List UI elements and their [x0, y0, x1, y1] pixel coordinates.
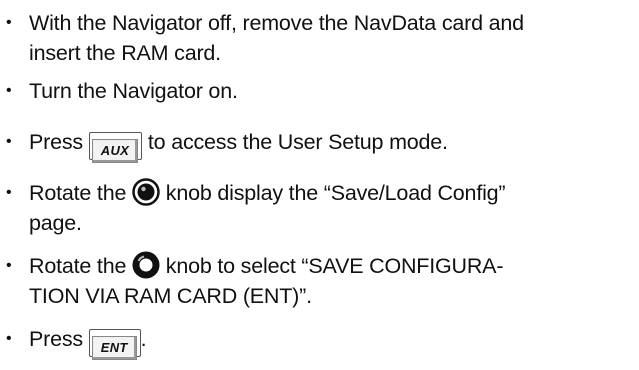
step-line: Turn the Navigator on. — [29, 79, 238, 103]
aux-key-label: AUX — [91, 139, 139, 163]
step-text-before: Press — [29, 130, 83, 154]
aux-key-button[interactable]: AUX — [88, 132, 143, 163]
step-text: Press AUX to access the User Setup mode. — [29, 127, 629, 163]
step-text: Rotate the knob to select “SAVE CONFIGUR… — [29, 251, 629, 311]
step-text: With the Navigator off, remove the NavDa… — [29, 8, 629, 68]
step-line: insert the RAM card. — [29, 41, 221, 65]
step-text-before: Rotate the — [29, 181, 127, 205]
step-text-after: knob to select “SAVE CONFIGURA- — [165, 254, 504, 278]
step-text-after: . — [140, 327, 147, 351]
step-line: TION VIA RAM CARD (ENT)”. — [29, 284, 312, 308]
outer-knob-icon — [132, 251, 160, 279]
step-text-after: to access the User Setup mode. — [147, 130, 448, 154]
ent-key-label: ENT — [91, 336, 137, 360]
step-text-before: Rotate the — [29, 254, 127, 278]
ent-key-button[interactable]: ENT — [88, 329, 141, 360]
step-line: With the Navigator off, remove the NavDa… — [29, 11, 524, 35]
bullet: • — [6, 133, 12, 150]
step-text-before: Press — [29, 327, 83, 351]
step-text-after: knob display the “Save/Load Config” — [165, 181, 506, 205]
bullet: • — [6, 257, 12, 274]
step-text: Turn the Navigator on. — [29, 76, 629, 106]
bullet: • — [6, 82, 12, 99]
bullet: • — [6, 14, 12, 31]
inner-knob-icon — [132, 178, 160, 206]
step-text: Rotate the knob display the “Save/Load C… — [29, 178, 629, 238]
step-line: page. — [29, 211, 82, 235]
step-text: Press ENT. — [29, 324, 629, 360]
bullet: • — [6, 330, 12, 347]
bullet: • — [6, 184, 12, 201]
